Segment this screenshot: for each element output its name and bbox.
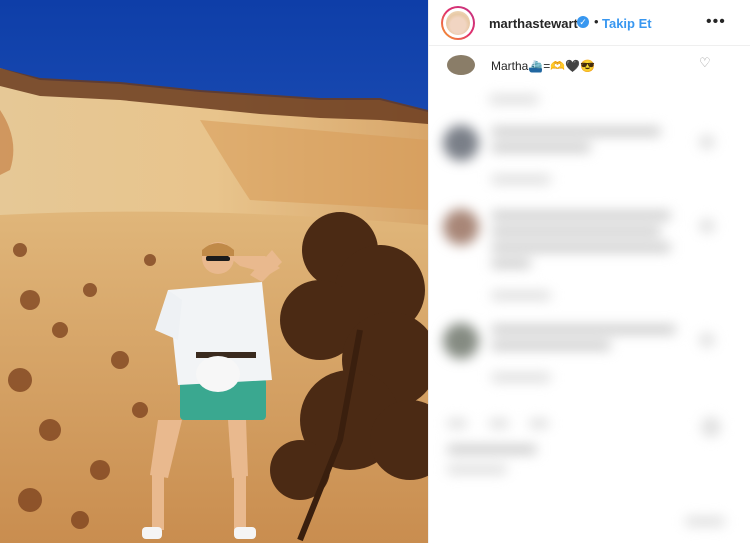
first-comment-text: Martha⛴️=🫶🖤😎 bbox=[491, 59, 596, 73]
post-header: marthastewart ✓ • Takip Et ••• bbox=[429, 0, 750, 46]
post-photo[interactable] bbox=[0, 0, 428, 543]
follow-separator: • bbox=[594, 14, 599, 29]
profile-avatar[interactable] bbox=[441, 6, 475, 40]
avatar-face bbox=[446, 11, 470, 35]
post-side-panel: marthastewart ✓ • Takip Et ••• Martha⛴️=… bbox=[428, 0, 750, 543]
commenter-avatar[interactable] bbox=[447, 55, 475, 75]
instagram-post: marthastewart ✓ • Takip Et ••• Martha⛴️=… bbox=[0, 0, 750, 543]
author-username[interactable]: marthastewart bbox=[489, 16, 578, 31]
like-comment-heart-icon[interactable]: ♡ bbox=[699, 55, 711, 71]
blurred-comments bbox=[429, 77, 750, 543]
avatar-image bbox=[443, 8, 473, 38]
comments-section: Martha⛴️=🫶🖤😎 ♡ bbox=[429, 47, 750, 543]
ellipsis-icon[interactable]: ••• bbox=[706, 13, 726, 31]
follow-button[interactable]: Takip Et bbox=[602, 16, 652, 31]
canyon-photo bbox=[0, 0, 428, 543]
verified-badge-icon: ✓ bbox=[577, 16, 589, 28]
